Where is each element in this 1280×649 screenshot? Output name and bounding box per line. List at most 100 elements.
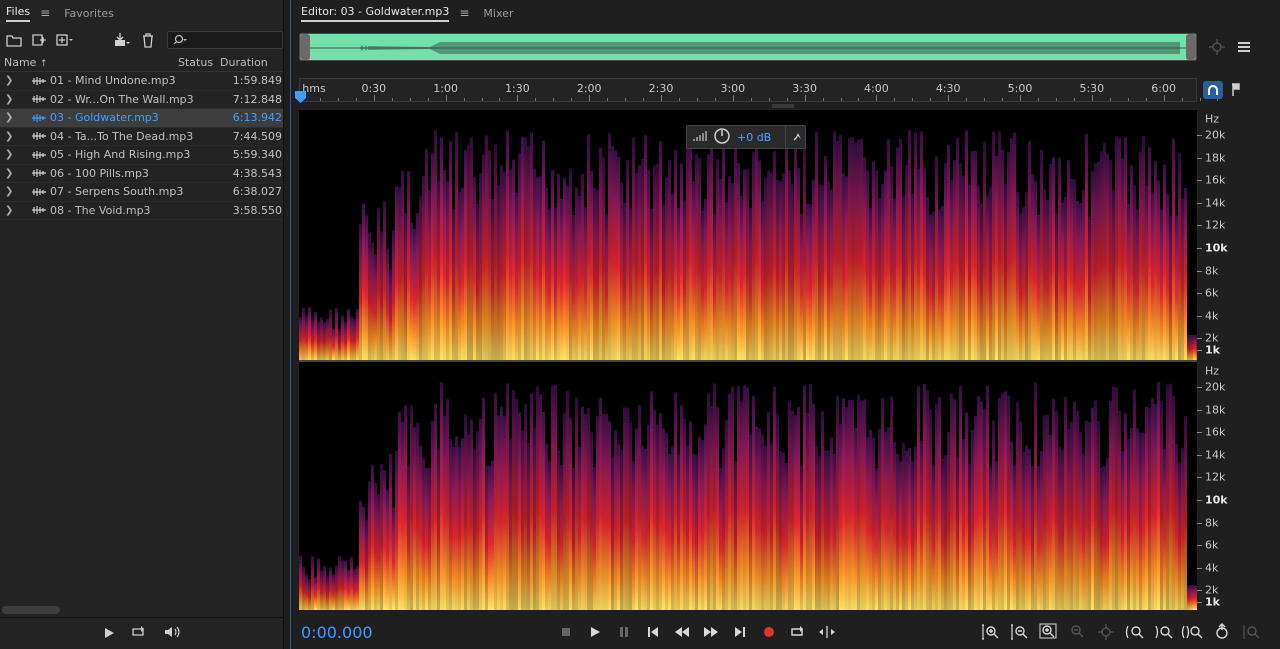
search-input[interactable]	[167, 31, 283, 49]
current-time-display[interactable]: 0:00.000	[301, 623, 373, 642]
fast-forward-button[interactable]	[700, 621, 722, 643]
hz-label: 8k	[1205, 264, 1219, 278]
expand-chevron-icon[interactable]: ❯	[0, 94, 14, 105]
file-duration: 6:38.027	[232, 185, 282, 199]
editor-menu-icon[interactable]: ≡	[459, 6, 469, 20]
expand-chevron-icon[interactable]: ❯	[0, 168, 14, 179]
editor-panel: Editor: 03 - Goldwater.mp3 ≡ Mixer hms 0…	[290, 0, 1280, 649]
hz-label: 1k	[1205, 595, 1220, 609]
auto-play-icon[interactable]	[163, 624, 181, 643]
gain-value[interactable]: +0 dB	[737, 131, 771, 144]
record-button[interactable]	[758, 621, 780, 643]
file-list-item[interactable]: ❯ 03 - Goldwater.mp3 6:13.942	[0, 109, 283, 128]
overview-navigator[interactable]	[299, 33, 1197, 61]
column-duration[interactable]: Duration	[216, 56, 268, 69]
expand-chevron-icon[interactable]: ❯	[0, 186, 14, 197]
file-duration: 7:44.509	[232, 129, 282, 143]
column-name[interactable]: Name ↑	[0, 56, 178, 69]
pause-button[interactable]	[613, 621, 635, 643]
panel-options-icon[interactable]	[1237, 40, 1251, 59]
marker-icon[interactable]	[1225, 81, 1245, 99]
open-folder-icon[interactable]	[4, 30, 24, 50]
zoom-navigator-icon[interactable]	[1208, 38, 1226, 60]
file-list-item[interactable]: ❯ 02 - Wr...On The Wall.mp3 7:12.848	[0, 91, 283, 109]
file-list-item[interactable]: ❯ 01 - Mind Undone.mp3 1:59.849	[0, 72, 283, 91]
zoom-out-full-icon[interactable]	[1064, 621, 1089, 643]
zoom-in-right-icon[interactable]	[1151, 621, 1176, 643]
file-duration: 7:12.848	[232, 92, 282, 106]
skip-selection-button[interactable]	[816, 621, 838, 643]
time-ruler[interactable]: hms 0:30 1:00 1:30 2:00 2:30 3:00 3:30 4:00 4:30…	[299, 78, 1219, 102]
tab-editor[interactable]: Editor: 03 - Goldwater.mp3	[301, 5, 450, 22]
hz-unit-label: Hz	[1205, 112, 1220, 126]
audio-file-icon	[28, 205, 50, 215]
ruler-label: 3:30	[792, 82, 817, 95]
file-list: ❯ 01 - Mind Undone.mp3 1:59.849 ❯ 02 - Wr...…	[0, 72, 283, 220]
expand-chevron-icon[interactable]: ❯	[0, 149, 14, 160]
tab-favorites[interactable]: Favorites	[64, 7, 114, 20]
expand-chevron-icon[interactable]: ❯	[0, 131, 14, 142]
pin-hud-icon[interactable]	[792, 130, 804, 145]
tab-files[interactable]: Files	[6, 5, 31, 22]
import-file-icon[interactable]	[30, 30, 50, 50]
snapping-toggle[interactable]	[1203, 81, 1223, 99]
delete-icon[interactable]	[138, 30, 158, 50]
zoom-in-time-icon[interactable]	[1035, 621, 1060, 643]
hz-label: 6k	[1205, 286, 1219, 300]
zoom-to-fit-icon[interactable]	[1238, 621, 1263, 643]
file-duration: 4:38.543	[232, 166, 282, 180]
zoom-controls	[977, 621, 1263, 643]
go-to-start-button[interactable]	[642, 621, 664, 643]
hz-label: 4k	[1205, 561, 1219, 575]
zoom-in-amplitude-icon[interactable]	[977, 621, 1002, 643]
expand-chevron-icon[interactable]: ❯	[0, 75, 14, 86]
column-status[interactable]: Status	[178, 56, 216, 69]
file-list-item[interactable]: ❯ 07 - Serpens South.mp3 6:38.027	[0, 183, 283, 202]
rewind-button[interactable]	[671, 621, 693, 643]
tab-mixer[interactable]: Mixer	[483, 7, 513, 20]
audio-file-icon	[28, 187, 50, 197]
go-to-end-button[interactable]	[729, 621, 751, 643]
file-name: 04 - Ta...To The Dead.mp3	[50, 129, 194, 143]
new-file-icon[interactable]	[55, 30, 75, 50]
file-list-item[interactable]: ❯ 06 - 100 Pills.mp3 4:38.543	[0, 165, 283, 183]
file-duration: 3:58.550	[232, 203, 282, 217]
insert-into-multitrack-icon[interactable]	[112, 30, 132, 50]
hz-label: 16k	[1205, 173, 1226, 187]
heads-up-display: +0 dB	[686, 125, 806, 149]
play-button[interactable]	[584, 621, 606, 643]
file-name: 06 - 100 Pills.mp3	[50, 166, 149, 180]
horizontal-scrollbar[interactable]	[2, 606, 60, 614]
playhead-marker[interactable]	[295, 88, 306, 103]
panel-menu-icon[interactable]: ≡	[40, 6, 50, 20]
expand-chevron-icon[interactable]: ❯	[0, 205, 14, 216]
files-panel: Files ≡ Favorites Name ↑ Status Duration…	[0, 0, 284, 649]
zoom-in-left-icon[interactable]	[1122, 621, 1147, 643]
overview-right-handle[interactable]	[1186, 34, 1196, 60]
volume-knob[interactable]	[713, 127, 731, 148]
file-list-item[interactable]: ❯ 08 - The Void.mp3 3:58.550	[0, 202, 283, 220]
overview-left-handle[interactable]	[300, 34, 310, 60]
hz-label: 10k	[1205, 241, 1228, 255]
channel-resize-grip[interactable]	[772, 104, 794, 108]
hz-label: 6k	[1205, 538, 1219, 552]
files-panel-tabs: Files ≡ Favorites	[0, 0, 283, 26]
audio-file-icon	[28, 150, 50, 160]
stop-button[interactable]	[555, 621, 577, 643]
zoom-selection-icon[interactable]	[1093, 621, 1118, 643]
zoom-out-amplitude-icon[interactable]	[1006, 621, 1031, 643]
zoom-in-both-icon[interactable]	[1180, 621, 1205, 643]
reset-zoom-icon[interactable]	[1209, 621, 1234, 643]
audio-file-icon	[28, 113, 50, 123]
ruler-label: 5:00	[1007, 82, 1033, 95]
loop-preview-icon[interactable]	[131, 624, 147, 643]
hz-label: 20k	[1205, 128, 1226, 142]
play-preview-icon[interactable]	[103, 624, 115, 643]
spectral-channel-right[interactable]	[299, 362, 1197, 610]
file-list-item[interactable]: ❯ 05 - High And Rising.mp3 5:59.340	[0, 146, 283, 165]
file-list-item[interactable]: ❯ 04 - Ta...To The Dead.mp3 7:44.509	[0, 128, 283, 146]
loop-playback-button[interactable]	[787, 621, 809, 643]
expand-chevron-icon[interactable]: ❯	[0, 112, 14, 123]
ruler-label: 2:30	[648, 82, 674, 95]
audio-file-icon	[28, 94, 50, 104]
